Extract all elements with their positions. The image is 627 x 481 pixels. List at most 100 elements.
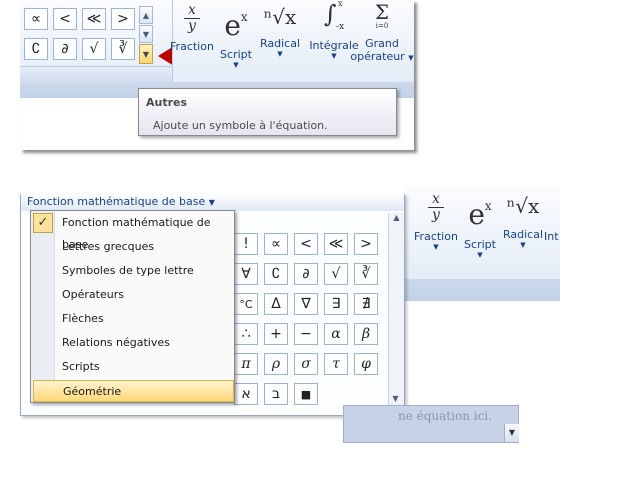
symbol-cell[interactable]: ב xyxy=(264,383,288,405)
symbol-cell[interactable]: ∁ xyxy=(264,263,288,285)
script-sup: x xyxy=(484,199,492,213)
script-label: Script xyxy=(464,238,496,251)
integral-label: Int xyxy=(544,230,559,243)
equation-placeholder-text: ne équation ici. xyxy=(398,409,492,423)
fraction-icon: x y xyxy=(170,2,214,34)
menu-item-geometry[interactable]: Géométrie xyxy=(33,380,234,402)
script-button[interactable]: ex Script ▼ xyxy=(460,189,500,259)
symbol-cell[interactable]: א xyxy=(234,383,258,405)
symbol-cell[interactable]: ∛ xyxy=(111,38,135,60)
more-symbols-button[interactable]: ▼ xyxy=(139,44,153,64)
symbol-row: °C Δ ∇ ∃ ∄ xyxy=(234,293,378,315)
symbol-cell[interactable]: ∂ xyxy=(53,38,77,60)
radical-label: Radical xyxy=(259,37,301,50)
symbol-cell[interactable]: + xyxy=(264,323,288,345)
symbol-cell[interactable]: ∴ xyxy=(234,323,258,345)
symbol-cell[interactable]: β xyxy=(354,323,378,345)
symbol-cell[interactable]: ∇ xyxy=(294,293,318,315)
menu-item-letter-like-symbols[interactable]: Symboles de type lettre xyxy=(33,260,233,282)
dropdown-arrow-icon: ▼ xyxy=(408,54,414,62)
dropdown-arrow-icon: ▼ xyxy=(520,241,526,249)
symbol-cell[interactable]: ρ xyxy=(264,353,288,375)
equation-placeholder-box[interactable]: ne équation ici. ▼ xyxy=(343,405,519,443)
symbol-cell[interactable]: ≪ xyxy=(324,233,348,255)
large-operator-label-2-wrap: opérateur ▼ xyxy=(350,50,414,65)
menu-item-greek-letters[interactable]: Lettres grecques xyxy=(33,236,233,258)
symbol-cell[interactable]: °C xyxy=(234,293,258,315)
fraction-denominator: y xyxy=(188,18,196,34)
fraction-label: Fraction xyxy=(414,230,458,243)
large-operator-button[interactable]: Σ i=0 Grand opérateur ▼ xyxy=(350,2,414,65)
integral-sign: ∫ xyxy=(324,0,337,28)
symbol-cell[interactable]: ∂ xyxy=(294,263,318,285)
fraction-icon: x y xyxy=(414,192,458,223)
dropdown-arrow-icon: ▼ xyxy=(233,61,239,69)
menu-item-arrows[interactable]: Flèches xyxy=(33,308,233,330)
symbol-cell[interactable]: α xyxy=(324,323,348,345)
script-button[interactable]: ex Script ▼ xyxy=(216,0,256,69)
symbol-cell[interactable]: ∀ xyxy=(234,263,258,285)
scroll-up-arrow-icon[interactable]: ▲ xyxy=(389,213,404,227)
tooltip: Autres Ajoute un symbole à l'équation. xyxy=(138,88,397,136)
symbol-cell[interactable]: > xyxy=(354,233,378,255)
symbol-cell[interactable]: φ xyxy=(354,353,378,375)
ribbon-bottom-bar xyxy=(405,279,560,301)
symbol-cell[interactable]: − xyxy=(294,323,318,345)
menu-item-basic-math[interactable]: Fonction mathématique de base xyxy=(33,212,233,251)
symbols-row-2: ∁ ∂ √ ∛ xyxy=(24,38,135,60)
symbol-cell[interactable]: √ xyxy=(324,263,348,285)
symbol-cell[interactable]: ∃ xyxy=(324,293,348,315)
gallery-scroll-down-button[interactable]: ▼ xyxy=(139,25,153,43)
fraction-button[interactable]: x y Fraction ▼ xyxy=(414,192,458,251)
symbol-row: π ρ σ τ φ xyxy=(234,353,378,375)
symbol-cell[interactable]: ≪ xyxy=(82,8,106,30)
symbol-cell[interactable]: ∁ xyxy=(24,38,48,60)
equation-ribbon-bottom: x y Fraction ▼ ex Script ▼ ⁿ√x Radical ▼… xyxy=(20,187,560,417)
symbol-cell[interactable]: ! xyxy=(234,233,258,255)
fraction-button[interactable]: x y Fraction xyxy=(170,2,214,53)
symbol-cell[interactable]: √ xyxy=(82,38,106,60)
symbol-row: ∀ ∁ ∂ √ ∛ xyxy=(234,263,378,285)
radical-label: Radical xyxy=(502,228,544,241)
symbol-cell[interactable]: ∝ xyxy=(24,8,48,30)
fraction-numerator: x xyxy=(188,2,196,18)
fraction-label: Fraction xyxy=(170,40,214,53)
symbol-cell[interactable]: > xyxy=(111,8,135,30)
symbol-cell[interactable]: < xyxy=(294,233,318,255)
tooltip-description: Ajoute un symbole à l'équation. xyxy=(153,119,328,132)
large-operator-label-2: opérateur xyxy=(350,50,405,63)
script-base: e xyxy=(468,198,485,231)
gallery-footer xyxy=(20,66,172,83)
symbol-cell[interactable]: ∝ xyxy=(264,233,288,255)
dropdown-arrow-icon: ▼ xyxy=(508,428,516,437)
menu-item-negated-relations[interactable]: Relations négatives xyxy=(33,332,233,354)
radical-button[interactable]: ⁿ√x Radical ▼ xyxy=(501,191,545,249)
menu-item-scripts[interactable]: Scripts xyxy=(33,356,233,378)
symbol-cell[interactable]: τ xyxy=(324,353,348,375)
gallery-scroll-up-button[interactable]: ▲ xyxy=(139,6,153,24)
symbol-cell[interactable]: ∄ xyxy=(354,293,378,315)
large-operator-label-1: Grand xyxy=(365,37,399,50)
category-selector[interactable]: Fonction mathématique de base ▼ xyxy=(27,195,215,209)
symbol-cell[interactable]: ∛ xyxy=(354,263,378,285)
dropdown-arrow-icon: ▼ xyxy=(433,243,439,251)
symbol-cell[interactable]: Δ xyxy=(264,293,288,315)
radical-icon: ⁿ√x xyxy=(506,194,540,218)
sigma-icon: Σ xyxy=(374,0,390,24)
symbol-cell[interactable]: σ xyxy=(294,353,318,375)
equation-options-button[interactable]: ▼ xyxy=(504,424,519,442)
menu-item-operators[interactable]: Opérateurs xyxy=(33,284,233,306)
script-label: Script xyxy=(220,48,252,61)
integral-button[interactable]: Int xyxy=(544,230,560,243)
script-icon: ex xyxy=(460,189,500,232)
fraction-denominator: y xyxy=(432,207,440,223)
gallery-scrollbar[interactable]: ▲ xyxy=(388,213,404,406)
radical-button[interactable]: ⁿ√x Radical ▼ xyxy=(257,2,303,58)
symbol-row: א ב ■ xyxy=(234,383,378,405)
script-icon: ex xyxy=(216,0,256,43)
chevron-up-icon: ▲ xyxy=(142,10,150,20)
symbol-cell[interactable]: < xyxy=(53,8,77,30)
symbol-cell[interactable]: π xyxy=(234,353,258,375)
radical-icon: ⁿ√x xyxy=(263,5,297,29)
symbol-cell[interactable]: ■ xyxy=(294,383,318,405)
